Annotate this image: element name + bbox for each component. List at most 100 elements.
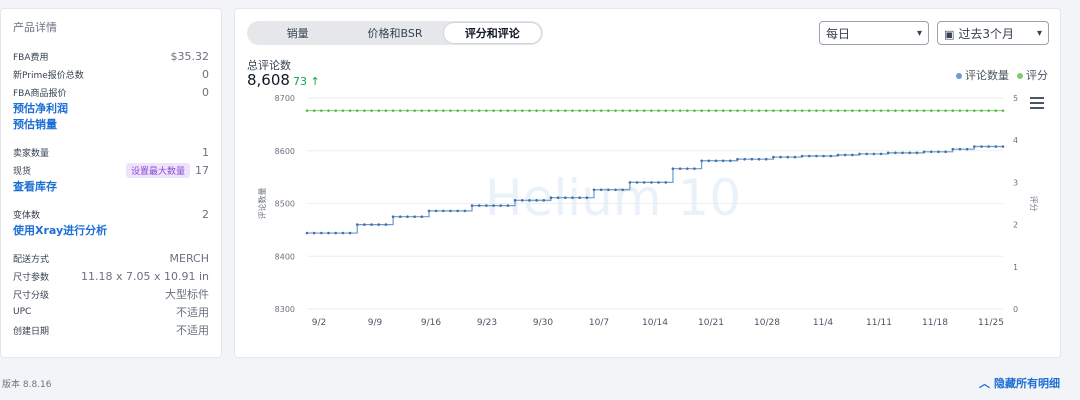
dimensions-label: 尺寸参数 [13,272,50,283]
variants-value: 2 [202,207,209,221]
reviews-point [721,159,725,163]
rating-point [721,109,725,112]
x-tick-label: 10/21 [698,318,724,328]
rating-point [592,109,596,112]
rating-point [922,109,926,112]
xray-analysis-link[interactable]: 使用Xray进行分析 [13,223,209,239]
rating-point [678,109,682,112]
rating-point [729,109,732,112]
rating-point [700,109,703,112]
view-inventory-link[interactable]: 查看库存 [13,179,209,195]
x-tick-label: 9/23 [477,318,497,328]
reviews-point [556,196,560,199]
rating-point [822,109,825,112]
rating-point [463,109,467,112]
rating-point [815,109,818,112]
rating-point [664,109,668,112]
rating-point [685,109,689,112]
created-date-value: 不适用 [176,324,209,337]
rating-point [872,109,876,112]
reviews-point [980,145,983,148]
reviews-point [391,215,395,218]
reviews-point [384,223,388,226]
reviews-series-line [307,145,1003,234]
rating-point [456,109,459,112]
product-details-panel: 产品详情 FBA费用 $35.32 新Prime报价总数 0 FBA商品报价 0 预估… [0,8,222,358]
y2-tick-label: 1 [1013,263,1018,272]
x-tick-label: 9/16 [421,318,441,328]
x-tick-label: 9/30 [533,318,553,328]
size-tier-value: 大型标件 [165,288,209,301]
x-tick-label: 10/14 [642,318,668,328]
y-tick-label: 8600 [275,147,295,156]
reviews-point [743,157,746,161]
rating-point [693,109,696,112]
rating-point [513,109,517,112]
estimate-profit-link[interactable]: 预估净利润 [13,101,209,117]
reviews-point [398,215,402,218]
reviews-point [685,167,689,170]
rating-point [348,109,352,112]
reviews-point [922,150,926,154]
stock-value: 17 [195,163,209,177]
rating-point [1001,109,1005,112]
size-tier-label: 尺寸分级 [13,290,50,301]
sellers-label: 卖家数量 [13,148,50,159]
fba-fee-value: $35.32 [170,49,210,63]
rating-point [807,109,811,112]
rating-point [951,109,955,112]
rating-point [886,109,890,112]
reviews-point [729,159,732,163]
rating-point [599,109,603,112]
reviews-point [664,181,668,184]
x-tick-label: 9/2 [312,318,326,328]
reviews-point [463,209,467,213]
x-tick-label: 9/9 [368,318,383,328]
hide-all-details-link[interactable]: ︿ 隐藏所有明细 [979,375,1060,391]
upc-row: UPC 不适用 [13,303,209,321]
reviews-point [564,196,567,199]
reviews-point [822,154,825,158]
rating-point [628,109,632,112]
reviews-point [355,223,359,226]
rating-point [578,109,581,112]
rating-point [937,109,940,112]
reviews-point [420,215,424,218]
rating-point [980,109,983,112]
fulfillment-value: MERCH [169,251,210,265]
rating-point [958,109,962,112]
reviews-point [872,152,876,156]
reviews-point [937,150,940,154]
rating-point [327,109,330,112]
upc-label: UPC [13,307,32,317]
rating-point [793,109,797,112]
reviews-point [305,231,309,235]
y-tick-label: 8700 [275,94,295,103]
set-max-quantity-badge[interactable]: 设置最大数量 [125,162,190,178]
reviews-point [607,188,610,192]
x-tick-label: 10/28 [754,318,780,328]
reviews-point [879,152,883,156]
rating-point [571,109,574,112]
reviews-point [635,181,639,184]
rating-point [908,109,912,112]
fulfillment-label: 配送方式 [13,254,50,265]
rating-point [714,109,718,112]
reviews-point [972,145,976,148]
reviews-point [456,209,459,213]
rating-point [642,109,646,112]
reviews-point [929,150,933,154]
estimate-sales-link[interactable]: 预估销量 [13,117,209,133]
reviews-point [499,204,503,207]
rating-point [929,109,933,112]
rating-point [901,109,904,112]
reviews-point [506,204,510,207]
reviews-point [513,199,517,202]
y2-axis-label: 评分 [1029,196,1038,212]
rating-point [341,109,345,112]
rating-point [965,109,969,112]
x-tick-label: 11/25 [978,318,1004,328]
rating-point [320,109,323,112]
reviews-point [470,204,474,207]
rating-point [779,109,782,112]
